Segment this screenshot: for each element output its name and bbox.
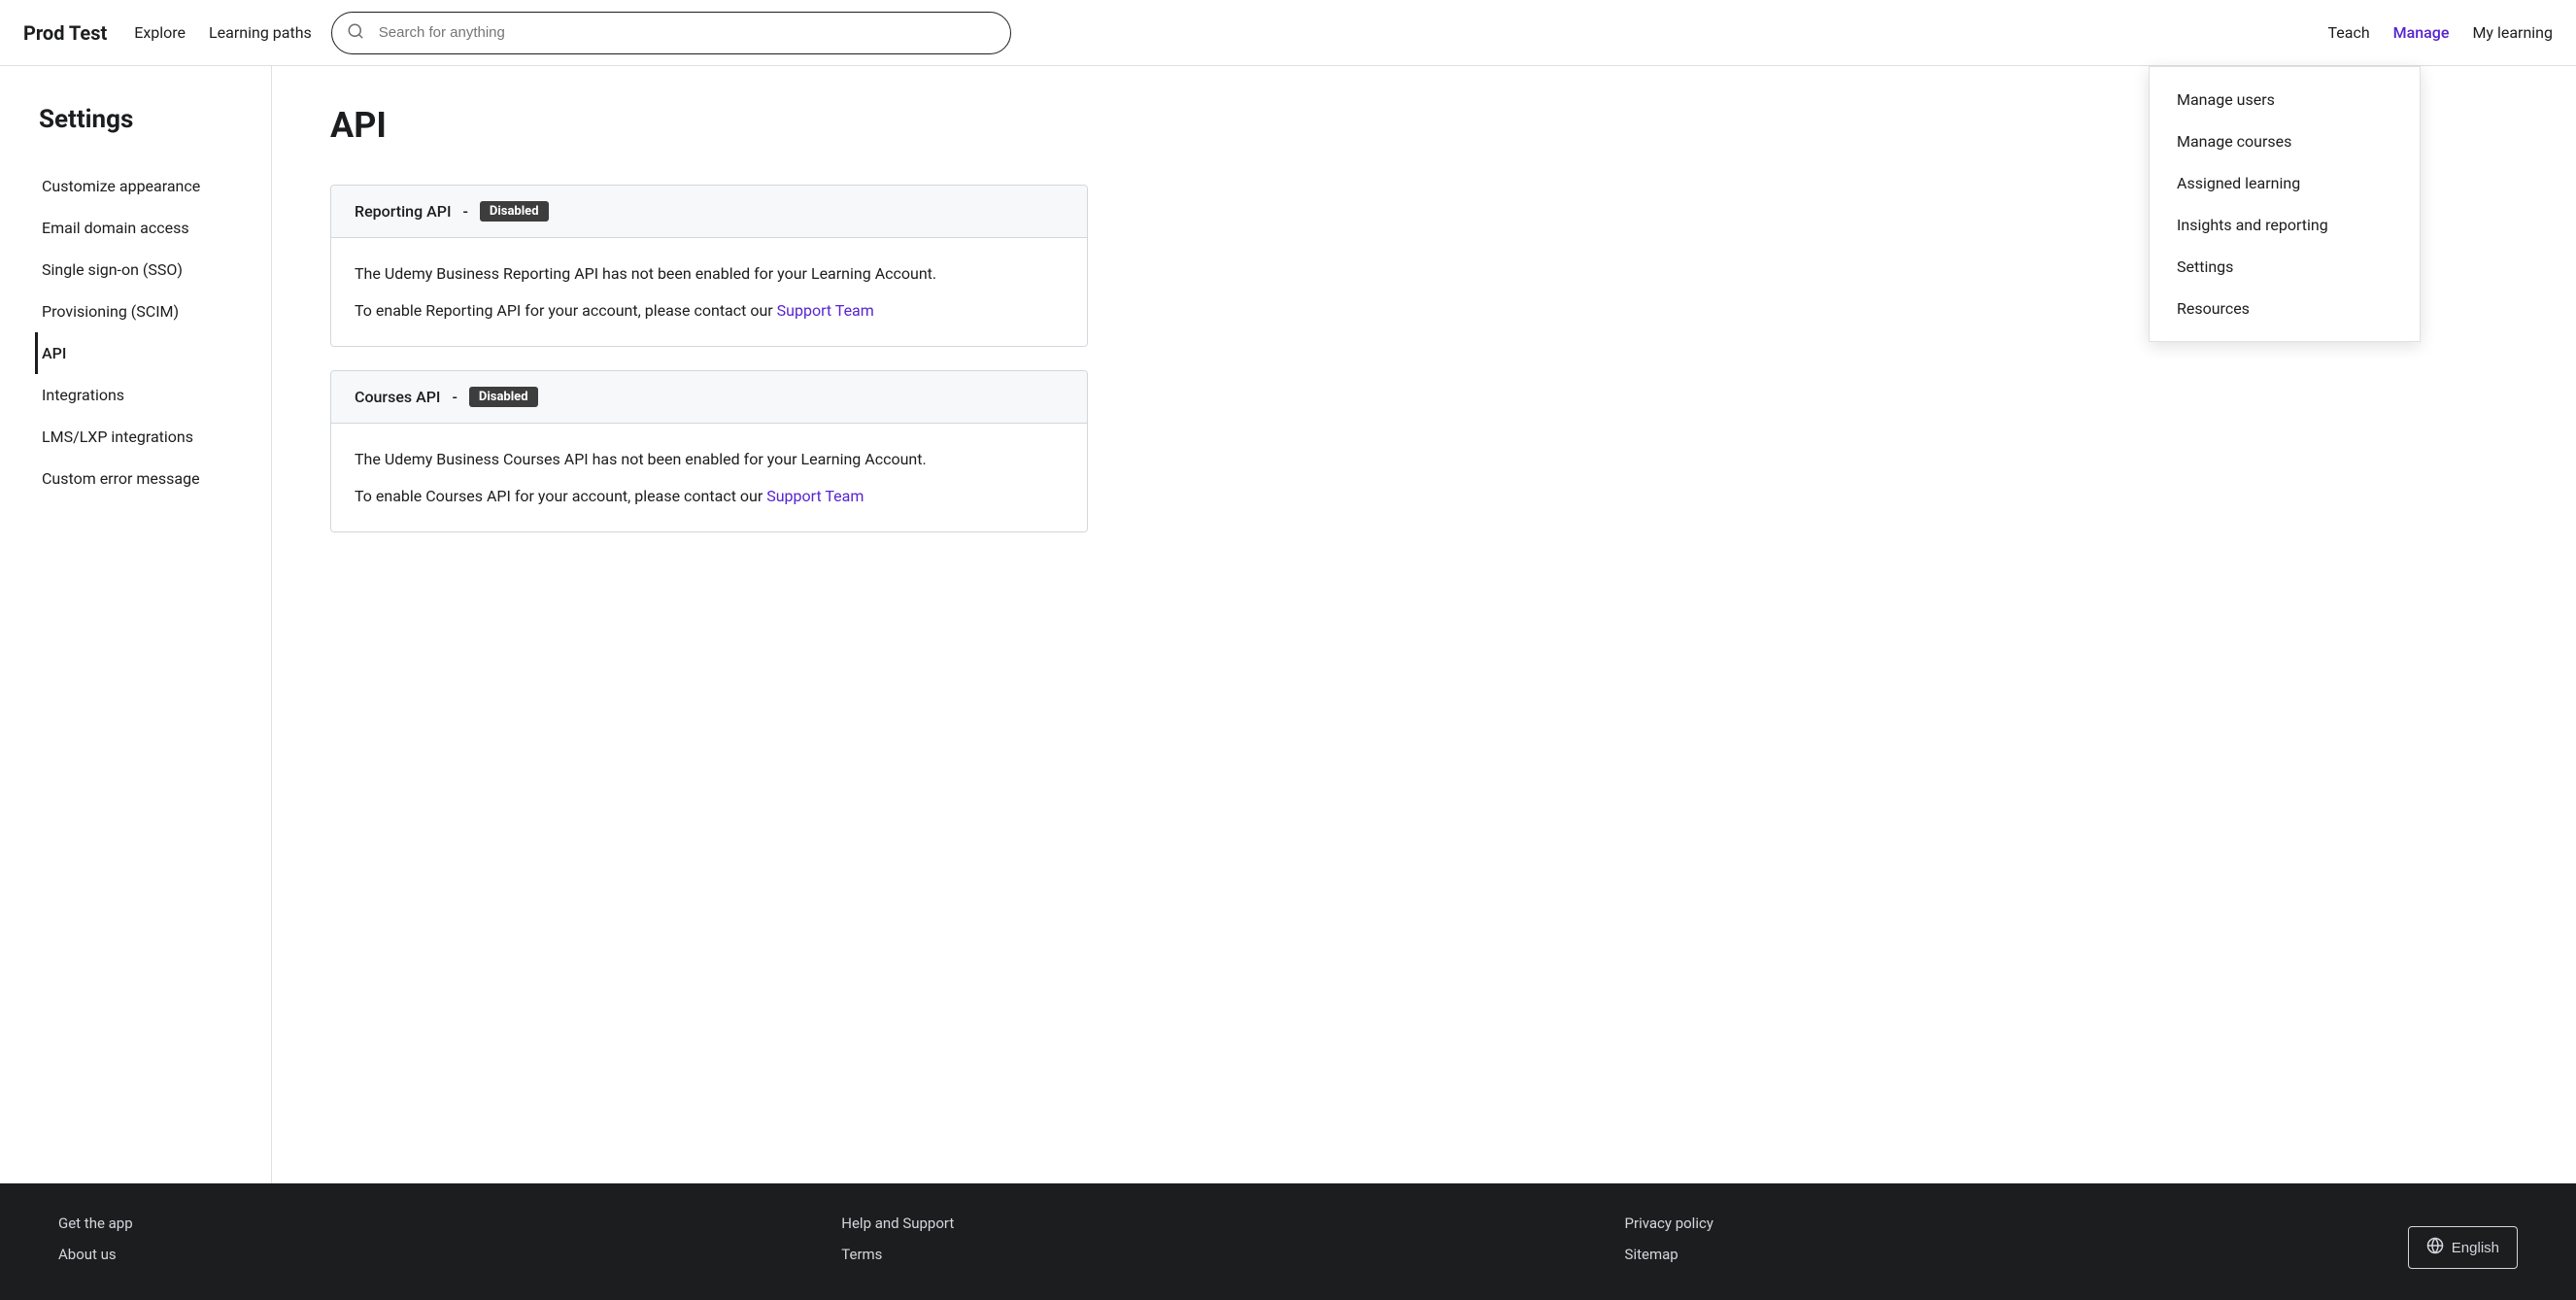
sidebar-item-integrations[interactable]: Integrations bbox=[35, 374, 248, 416]
footer-about-us[interactable]: About us bbox=[58, 1246, 841, 1263]
footer: Get the app About us Help and Support Te… bbox=[0, 1183, 2576, 1300]
dropdown-item-insights[interactable]: Insights and reporting bbox=[2150, 204, 2420, 246]
courses-api-description: The Udemy Business Courses API has not b… bbox=[355, 447, 1064, 472]
courses-api-body: The Udemy Business Courses API has not b… bbox=[331, 424, 1087, 531]
sidebar-item-email[interactable]: Email domain access bbox=[35, 207, 248, 249]
footer-get-app[interactable]: Get the app bbox=[58, 1214, 841, 1232]
dropdown-item-settings[interactable]: Settings bbox=[2150, 246, 2420, 288]
reporting-api-contact: To enable Reporting API for your account… bbox=[355, 298, 1064, 324]
footer-col-2: Help and Support Terms bbox=[841, 1214, 1624, 1263]
reporting-api-support-link[interactable]: Support Team bbox=[777, 301, 874, 320]
reporting-api-description: The Udemy Business Reporting API has not… bbox=[355, 261, 1064, 287]
footer-col-1: Get the app About us bbox=[58, 1214, 841, 1263]
nav-item-explore[interactable]: Explore bbox=[134, 23, 186, 42]
courses-api-header: Courses API - Disabled bbox=[331, 371, 1087, 424]
reporting-api-body: The Udemy Business Reporting API has not… bbox=[331, 238, 1087, 346]
dropdown-item-manage-courses[interactable]: Manage courses bbox=[2150, 120, 2420, 162]
footer-sitemap[interactable]: Sitemap bbox=[1625, 1246, 2408, 1263]
footer-col-3: Privacy policy Sitemap bbox=[1625, 1214, 2408, 1263]
reporting-api-label: Reporting API bbox=[355, 202, 451, 221]
header-right: Teach Manage My learning bbox=[2327, 23, 2553, 42]
footer-privacy[interactable]: Privacy policy bbox=[1625, 1214, 2408, 1232]
sidebar-item-lms[interactable]: LMS/LXP integrations bbox=[35, 416, 248, 458]
search-bar bbox=[331, 12, 1011, 54]
courses-api-status: Disabled bbox=[469, 387, 538, 407]
footer-help[interactable]: Help and Support bbox=[841, 1214, 1624, 1232]
reporting-api-card: Reporting API - Disabled The Udemy Busin… bbox=[330, 185, 1088, 347]
language-label: English bbox=[2452, 1240, 2499, 1256]
dropdown-item-resources[interactable]: Resources bbox=[2150, 288, 2420, 329]
footer-col-lang: English bbox=[2408, 1214, 2518, 1269]
sidebar: Settings Customize appearance Email doma… bbox=[0, 66, 272, 1183]
footer-terms[interactable]: Terms bbox=[841, 1246, 1624, 1263]
nav-teach[interactable]: Teach bbox=[2327, 23, 2369, 42]
reporting-api-header: Reporting API - Disabled bbox=[331, 186, 1087, 238]
courses-api-card: Courses API - Disabled The Udemy Busines… bbox=[330, 370, 1088, 532]
reporting-api-separator: - bbox=[462, 202, 467, 221]
courses-api-label: Courses API bbox=[355, 388, 440, 406]
reporting-api-status: Disabled bbox=[480, 201, 549, 222]
dropdown-item-assigned-learning[interactable]: Assigned learning bbox=[2150, 162, 2420, 204]
sidebar-item-custom-error[interactable]: Custom error message bbox=[35, 458, 248, 499]
logo[interactable]: Prod Test bbox=[23, 21, 107, 45]
sidebar-item-customize[interactable]: Customize appearance bbox=[35, 165, 248, 207]
dropdown-item-manage-users[interactable]: Manage users bbox=[2150, 79, 2420, 120]
nav-my-learning[interactable]: My learning bbox=[2472, 23, 2553, 42]
nav-manage[interactable]: Manage bbox=[2393, 23, 2450, 42]
courses-api-contact: To enable Courses API for your account, … bbox=[355, 484, 1064, 509]
language-button[interactable]: English bbox=[2408, 1226, 2518, 1269]
sidebar-nav: Customize appearance Email domain access… bbox=[39, 165, 248, 499]
header-nav: Explore Learning paths bbox=[134, 23, 312, 42]
nav-item-learning-paths[interactable]: Learning paths bbox=[209, 23, 312, 42]
sidebar-item-api[interactable]: API bbox=[35, 332, 248, 374]
manage-dropdown: Manage users Manage courses Assigned lea… bbox=[2149, 66, 2421, 342]
search-input[interactable] bbox=[331, 12, 1011, 54]
sidebar-title: Settings bbox=[39, 105, 248, 134]
sidebar-item-sso[interactable]: Single sign-on (SSO) bbox=[35, 249, 248, 291]
courses-api-support-link[interactable]: Support Team bbox=[766, 487, 864, 505]
courses-api-separator: - bbox=[452, 388, 457, 406]
header: Prod Test Explore Learning paths Teach M… bbox=[0, 0, 2576, 66]
globe-icon bbox=[2426, 1237, 2444, 1258]
sidebar-item-scim[interactable]: Provisioning (SCIM) bbox=[35, 291, 248, 332]
